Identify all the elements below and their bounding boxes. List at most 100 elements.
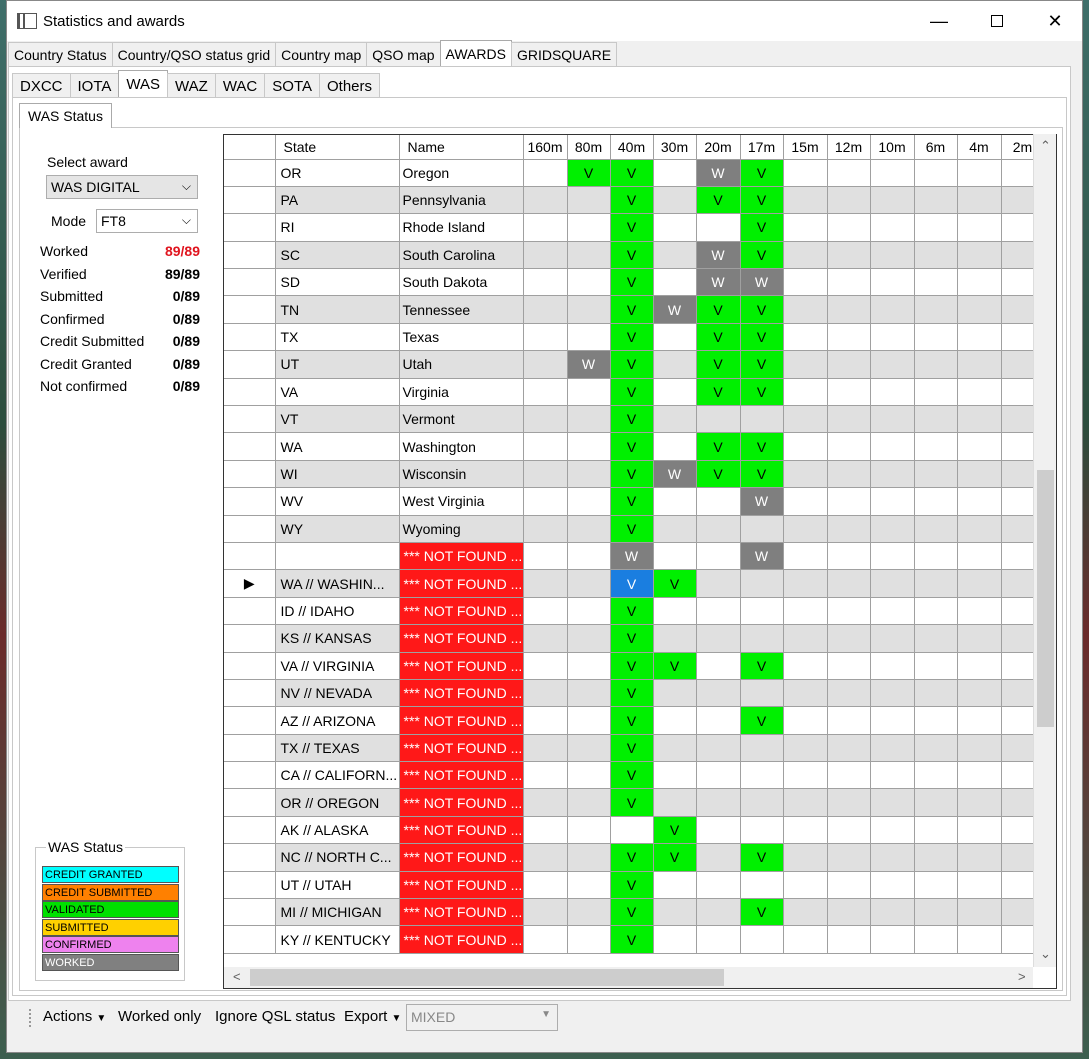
band-cell[interactable] [653, 350, 697, 379]
band-cell[interactable]: W [740, 542, 784, 571]
band-cell[interactable]: V [610, 925, 654, 954]
band-cell[interactable]: V [740, 186, 784, 215]
row-header[interactable] [224, 159, 276, 187]
row-header[interactable] [224, 734, 276, 763]
name-cell[interactable]: *** NOT FOUND ... [399, 871, 524, 900]
band-cell[interactable]: W [610, 542, 654, 571]
state-cell[interactable]: WA [275, 432, 400, 461]
band-cell[interactable]: W [653, 295, 697, 324]
band-cell[interactable] [827, 597, 871, 626]
was-grid[interactable]: State Name 160m 80m 40m 30m 20m 17m 15m 12m 10m 6m 4… [223, 134, 1057, 989]
band-cell[interactable] [827, 898, 871, 927]
band-cell[interactable] [523, 487, 568, 516]
band-cell[interactable] [523, 378, 568, 407]
band-cell[interactable] [523, 460, 568, 489]
band-cell[interactable] [914, 241, 958, 270]
band-cell[interactable] [696, 925, 741, 954]
band-cell[interactable] [653, 898, 697, 927]
band-cell[interactable] [827, 241, 871, 270]
actions-dropdown[interactable]: Actions ▼ [43, 1008, 106, 1025]
band-cell[interactable] [827, 378, 871, 407]
scroll-left-icon[interactable]: < [233, 969, 241, 984]
state-cell[interactable]: TX [275, 323, 400, 352]
table-row[interactable]: OR // OREGON *** NOT FOUND ... V [224, 788, 1045, 817]
band-cell[interactable]: V [740, 323, 784, 352]
band-cell[interactable] [914, 624, 958, 653]
band-cell[interactable]: V [610, 679, 654, 708]
band-cell[interactable] [914, 515, 958, 543]
band-cell[interactable] [783, 241, 828, 270]
band-cell[interactable]: V [610, 268, 654, 297]
state-cell[interactable]: VA [275, 378, 400, 407]
band-cell[interactable]: W [740, 487, 784, 516]
name-cell[interactable]: Tennessee [399, 295, 524, 324]
band-cell[interactable] [870, 350, 915, 379]
band-cell[interactable] [870, 378, 915, 407]
name-cell[interactable]: *** NOT FOUND ... [399, 679, 524, 708]
name-cell[interactable]: *** NOT FOUND ... [399, 569, 524, 598]
band-cell[interactable] [567, 323, 611, 352]
band-cell[interactable] [740, 515, 784, 543]
band-cell[interactable] [870, 898, 915, 927]
band-cell[interactable] [567, 268, 611, 297]
state-cell[interactable]: WY [275, 515, 400, 543]
band-cell[interactable] [827, 460, 871, 489]
band-cell[interactable] [870, 323, 915, 352]
band-cell[interactable] [740, 405, 784, 434]
band-cell[interactable] [696, 816, 741, 845]
table-row[interactable]: OR Oregon V V W V [224, 159, 1045, 187]
band-cell[interactable] [740, 816, 784, 845]
band-cell[interactable] [957, 350, 1002, 379]
band-cell[interactable]: V [610, 350, 654, 379]
band-cell[interactable] [914, 871, 958, 900]
name-cell[interactable]: *** NOT FOUND ... [399, 706, 524, 735]
band-cell[interactable]: V [610, 460, 654, 489]
state-cell[interactable]: AK // ALASKA [275, 816, 400, 845]
band-cell[interactable] [523, 734, 568, 763]
band-cell[interactable] [870, 542, 915, 571]
band-cell[interactable]: V [610, 843, 654, 872]
row-header[interactable]: ▶ [224, 569, 276, 598]
band-cell[interactable] [696, 871, 741, 900]
band-cell[interactable] [523, 569, 568, 598]
row-header[interactable] [224, 186, 276, 215]
band-cell[interactable]: V [696, 350, 741, 379]
band-cell[interactable] [783, 213, 828, 242]
band-cell[interactable] [870, 816, 915, 845]
band-cell[interactable]: V [610, 159, 654, 187]
band-cell[interactable] [567, 241, 611, 270]
column-header[interactable]: 20m [696, 135, 741, 160]
band-cell[interactable] [914, 925, 958, 954]
band-cell[interactable] [567, 597, 611, 626]
band-cell[interactable] [783, 597, 828, 626]
band-cell[interactable] [783, 679, 828, 708]
state-cell[interactable]: WV [275, 487, 400, 516]
band-cell[interactable] [523, 405, 568, 434]
band-cell[interactable] [783, 432, 828, 461]
band-cell[interactable] [740, 734, 784, 763]
name-cell[interactable]: *** NOT FOUND ... [399, 788, 524, 817]
state-cell[interactable]: AZ // ARIZONA [275, 706, 400, 735]
band-cell[interactable] [783, 652, 828, 680]
name-cell[interactable]: *** NOT FOUND ... [399, 761, 524, 790]
row-header[interactable] [224, 624, 276, 653]
band-cell[interactable] [696, 569, 741, 598]
band-cell[interactable] [523, 788, 568, 817]
band-cell[interactable] [870, 652, 915, 680]
state-cell[interactable]: PA [275, 186, 400, 215]
band-cell[interactable] [914, 679, 958, 708]
row-header[interactable] [224, 706, 276, 735]
band-cell[interactable] [870, 405, 915, 434]
band-cell[interactable] [957, 268, 1002, 297]
band-cell[interactable] [870, 624, 915, 653]
band-cell[interactable] [783, 515, 828, 543]
band-cell[interactable] [567, 624, 611, 653]
band-cell[interactable] [870, 788, 915, 817]
band-cell[interactable] [827, 432, 871, 461]
band-cell[interactable] [696, 788, 741, 817]
name-cell[interactable]: South Dakota [399, 268, 524, 297]
horizontal-scrollbar[interactable]: < > [224, 967, 1033, 988]
band-cell[interactable] [783, 159, 828, 187]
band-cell[interactable] [696, 542, 741, 571]
tab-was-status[interactable]: WAS Status [19, 103, 112, 128]
